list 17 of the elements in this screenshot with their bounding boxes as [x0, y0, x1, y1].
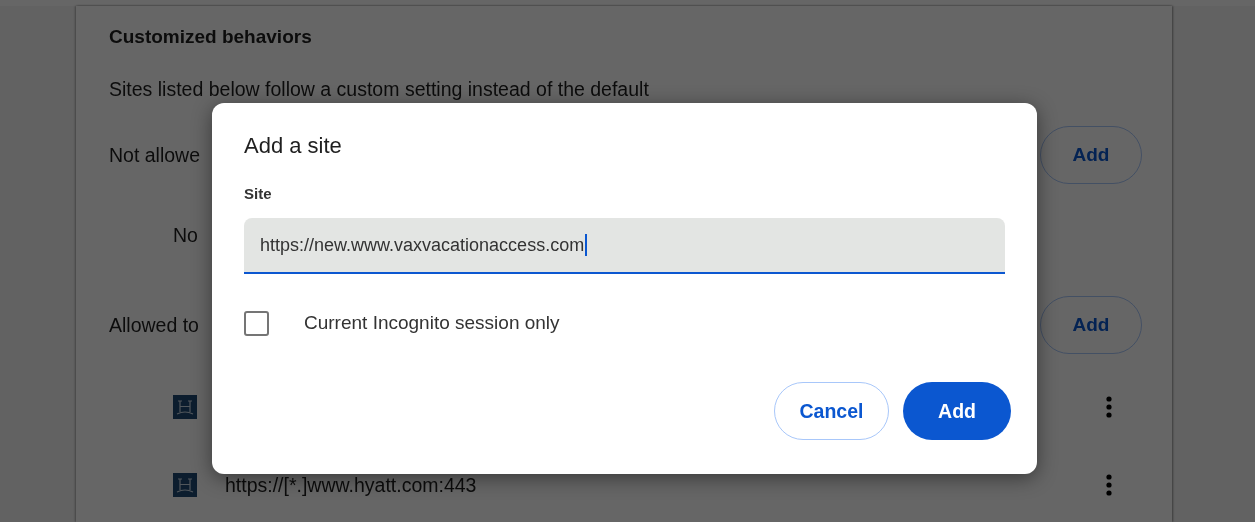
- checkbox[interactable]: [244, 310, 269, 336]
- cancel-button[interactable]: Cancel: [774, 382, 889, 440]
- checkbox-label: Current Incognito session only: [304, 312, 560, 334]
- site-input-field[interactable]: https://new.www.vaxvacationaccess.com: [244, 218, 1005, 274]
- section-description: Sites listed below follow a custom setting instead of the default: [109, 78, 650, 102]
- dialog-title: Add a site: [244, 133, 343, 160]
- group-label: Allowed to: [109, 313, 199, 337]
- group-label: Not allowe: [109, 143, 201, 167]
- field-label: Site: [244, 185, 273, 202]
- more-options-icon[interactable]: [1106, 474, 1112, 496]
- site-favicon-icon: [173, 395, 197, 419]
- more-options-icon[interactable]: [1106, 396, 1112, 418]
- site-favicon-icon: [173, 473, 197, 497]
- empty-message: No: [173, 224, 198, 248]
- section-title: Customized behaviors: [109, 26, 313, 48]
- site-url: https://[*.]www.hyatt.com:443: [225, 473, 477, 497]
- add-button[interactable]: Add: [903, 382, 1011, 440]
